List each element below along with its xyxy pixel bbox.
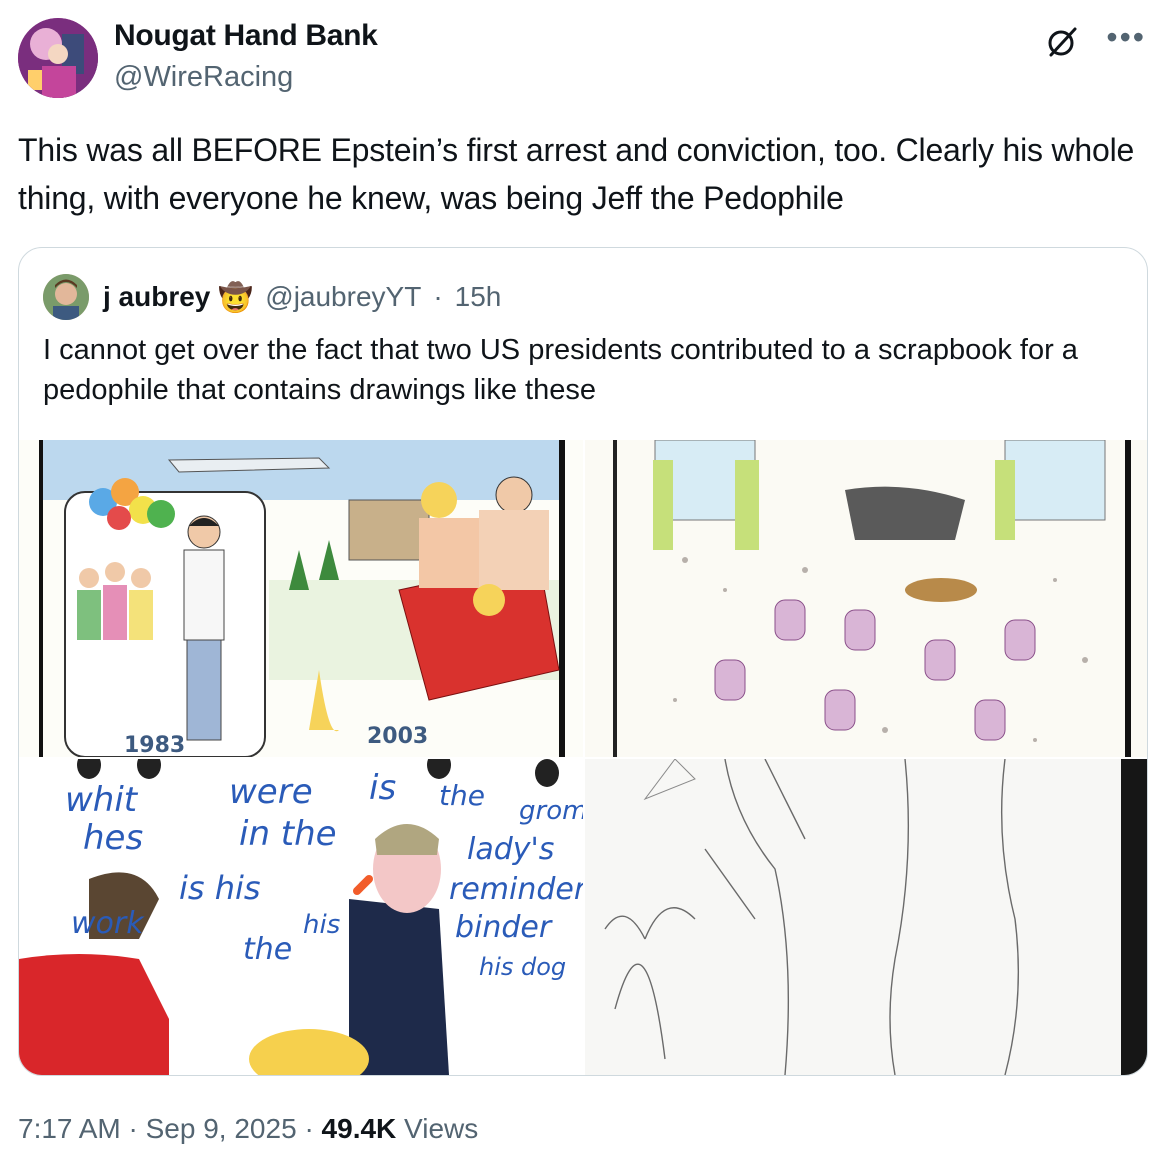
author-name[interactable]: Nougat Hand Bank <box>114 19 378 53</box>
word-is: is <box>369 768 396 808</box>
word-work: work <box>71 906 145 941</box>
quoted-author-avatar[interactable] <box>43 274 89 320</box>
word-the: the <box>439 779 485 812</box>
views-label: Views <box>404 1113 479 1144</box>
word-the-2: the <box>243 932 292 967</box>
word-grom: grom <box>519 796 583 826</box>
drawing-image-2[interactable] <box>585 440 1147 757</box>
tweet-actions-top: ••• <box>1042 21 1146 62</box>
tweet-text: This was all BEFORE Epstein’s first arre… <box>18 132 1135 216</box>
grok-icon[interactable] <box>1042 22 1082 62</box>
author-avatar[interactable] <box>18 18 98 98</box>
word-binder: binder <box>455 910 553 945</box>
tweet-meta: 7:17 AM · Sep 9, 2025 · 49.4K Views <box>18 1113 478 1145</box>
quoted-tweet[interactable]: j aubrey 🤠 @jaubreyYT · 15h I cannot get… <box>18 247 1148 1076</box>
word-is-his: is his <box>179 869 261 907</box>
drawing-image-3[interactable]: whit hes were in the is the grom lady's … <box>19 759 583 1075</box>
word-hes: hes <box>83 818 143 858</box>
quoted-tweet-header: j aubrey 🤠 @jaubreyYT · 15h <box>43 274 501 320</box>
word-ladys: lady's <box>467 832 554 867</box>
meta-separator-1: · <box>128 1113 138 1144</box>
tweet-date[interactable]: Sep 9, 2025 <box>146 1113 297 1144</box>
drawing-image-4[interactable] <box>585 759 1147 1075</box>
quoted-author-name[interactable]: j aubrey <box>103 281 210 313</box>
quoted-author-handle[interactable]: @jaubreyYT <box>265 281 421 313</box>
quoted-tweet-text: I cannot get over the fact that two US p… <box>43 334 1078 406</box>
word-in-the: in the <box>239 814 337 854</box>
label-1983: 1983 <box>124 733 185 757</box>
author-handle[interactable]: @WireRacing <box>114 61 293 94</box>
drawing-image-1[interactable]: 1983 2003 <box>19 440 583 757</box>
quoted-separator: · <box>433 281 443 312</box>
label-2003: 2003 <box>367 724 428 749</box>
word-were: were <box>229 772 313 812</box>
word-reminder: reminder <box>449 872 583 907</box>
word-whit: whit <box>65 780 139 820</box>
image-grid: 1983 2003 whit hes were in the is the gr… <box>19 440 1147 1075</box>
meta-separator-2: · <box>304 1113 314 1144</box>
word-his: his <box>303 910 340 940</box>
quoted-timestamp[interactable]: 15h <box>455 281 502 313</box>
word-his-dog: his dog <box>479 953 566 981</box>
more-icon[interactable]: ••• <box>1106 21 1146 53</box>
tweet-time[interactable]: 7:17 AM <box>18 1113 121 1144</box>
views-count: 49.4K <box>321 1113 397 1144</box>
cowboy-emoji-icon: 🤠 <box>218 281 254 313</box>
